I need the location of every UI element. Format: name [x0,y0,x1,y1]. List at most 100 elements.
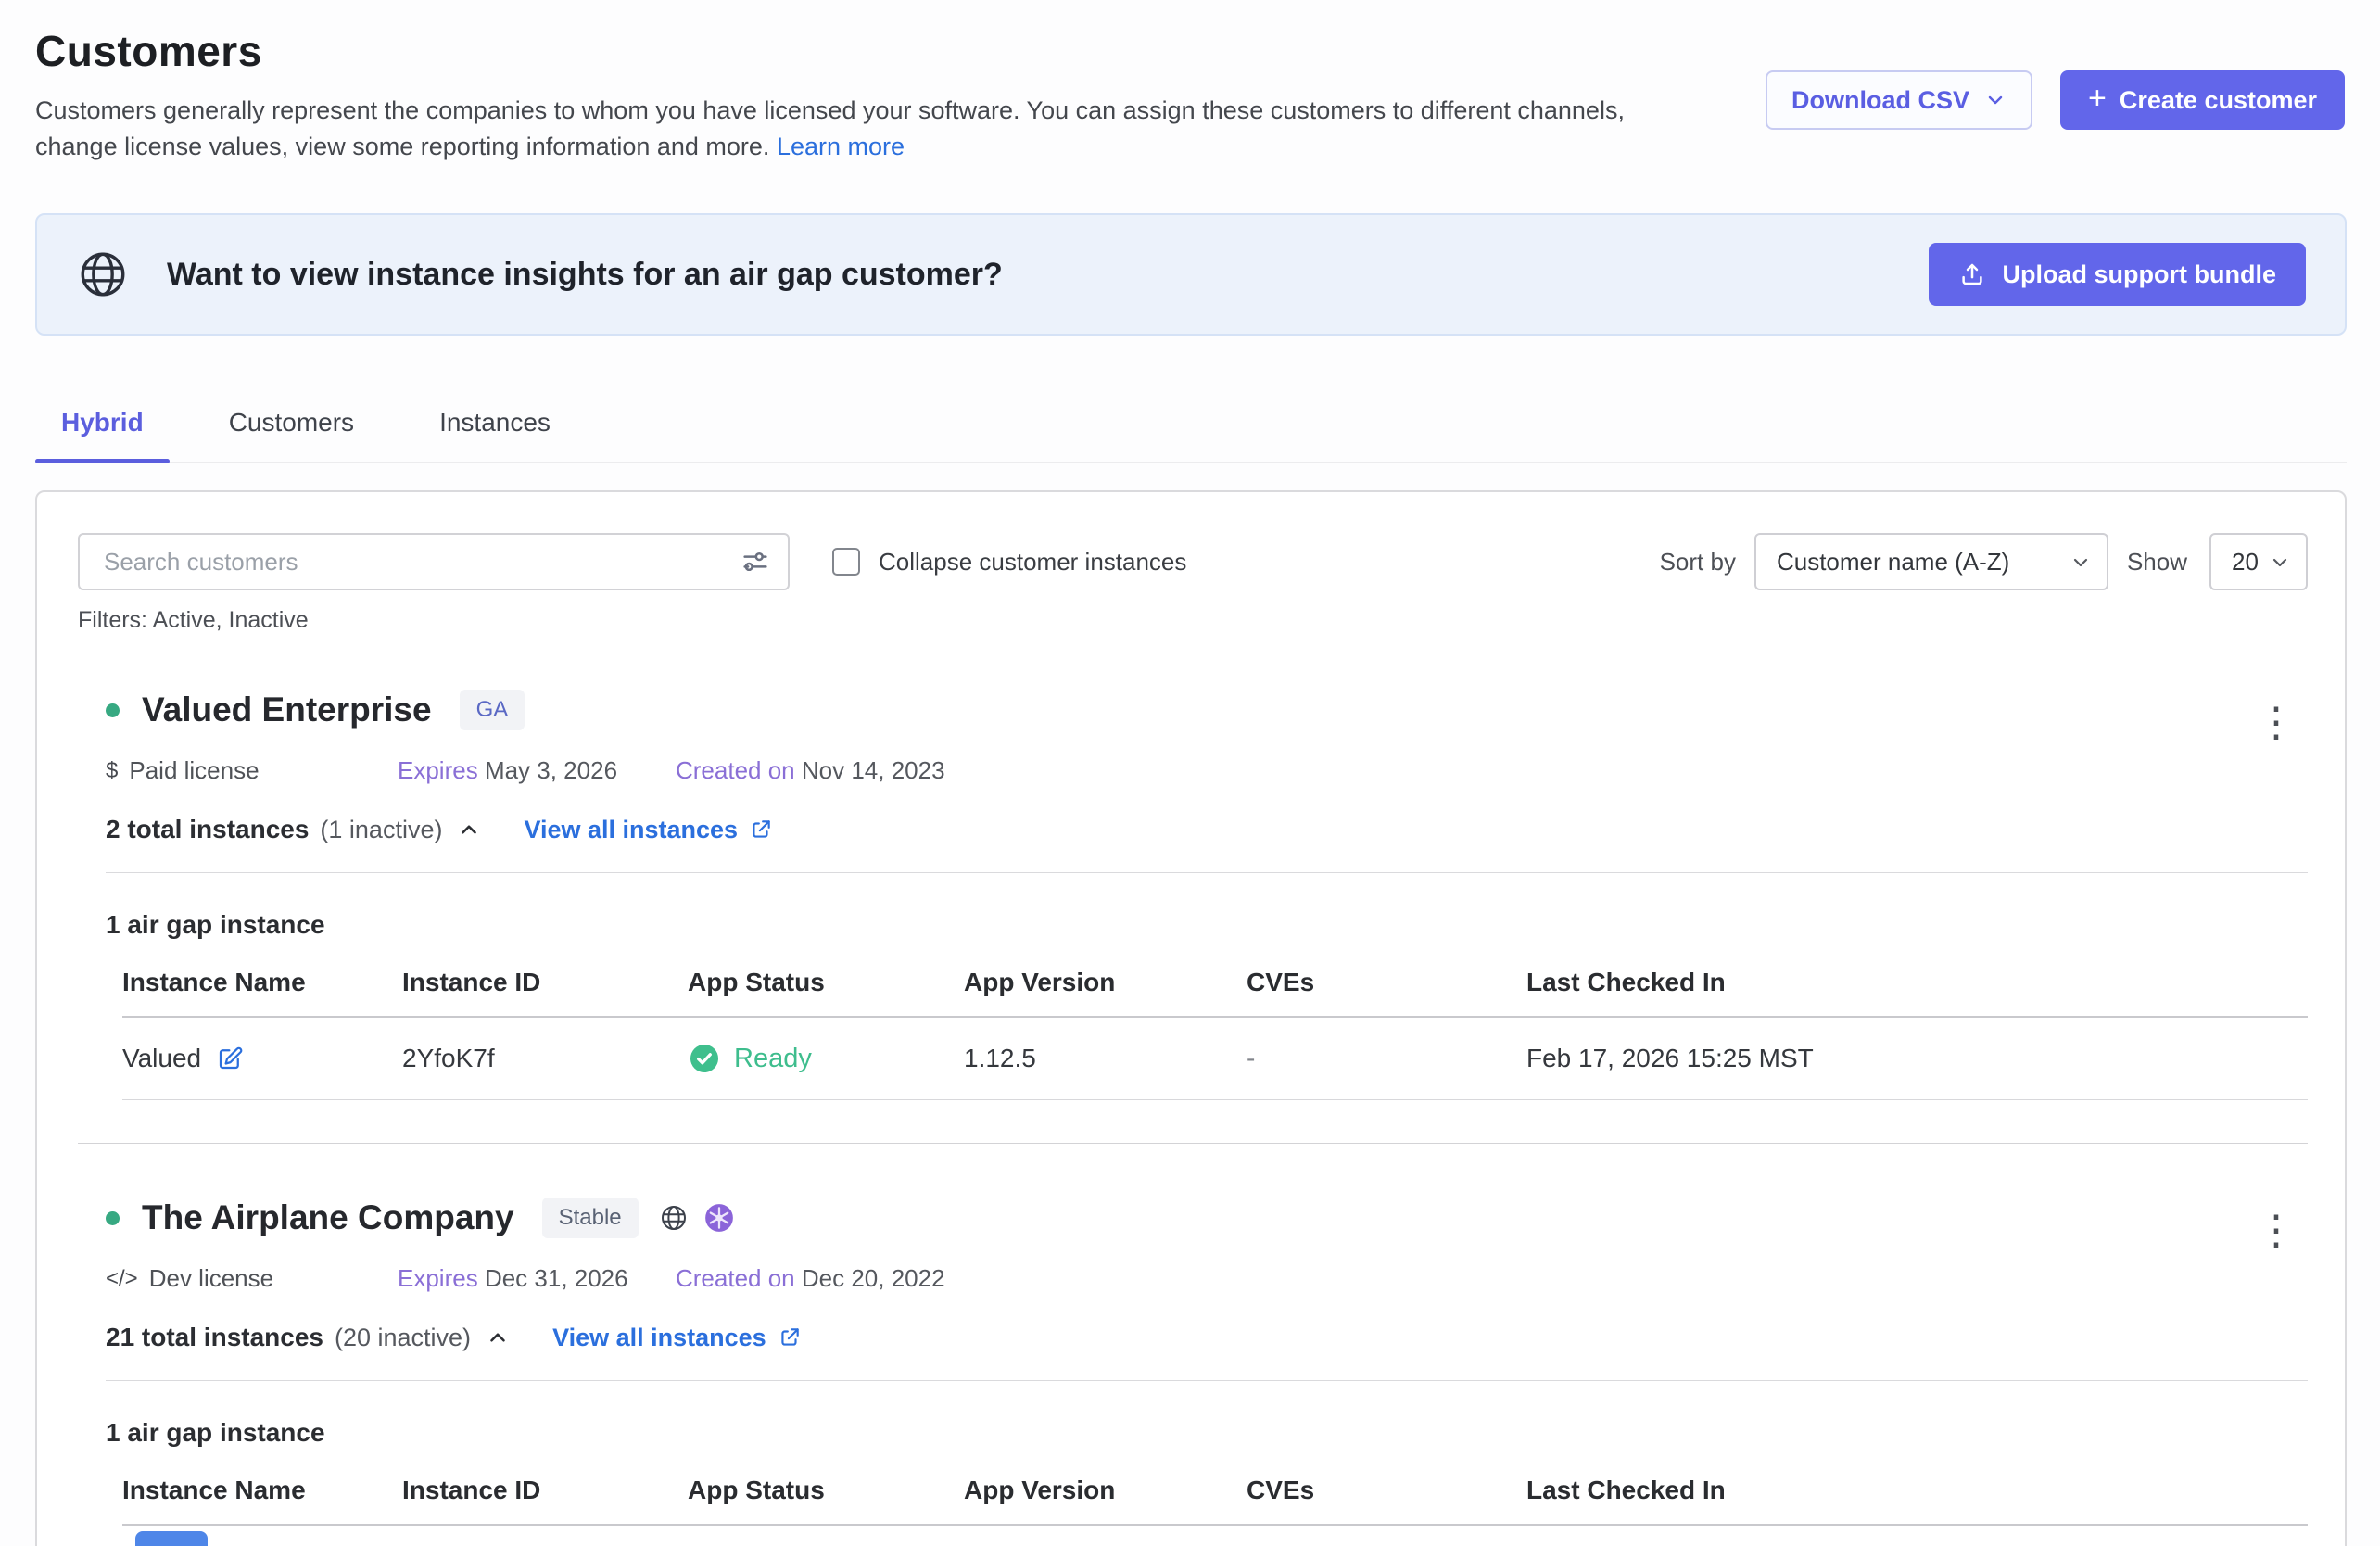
created-field: Created on Nov 14, 2023 [676,756,945,785]
sort-select[interactable]: Customer name (A-Z) [1754,533,2108,590]
search-input[interactable] [78,533,790,590]
instances-summary-row: 21 total instances (20 inactive) View al… [106,1323,2308,1352]
chevron-down-icon [2070,551,2092,574]
external-link-icon [749,817,773,842]
view-all-instances-link[interactable]: View all instances [524,816,773,844]
col-cves: CVEs [1247,1476,1526,1505]
learn-more-link[interactable]: Learn more [777,133,905,160]
page-description: Customers generally represent the compan… [35,93,1648,165]
upload-support-bundle-label: Upload support bundle [2003,260,2276,289]
page-header: Customers Customers generally represent … [35,26,2347,165]
col-app-status: App Status [688,1476,964,1505]
customer-divider [78,1143,2308,1144]
customer-valued-enterprise: ⋮ Valued Enterprise GA $ Paid license Ex… [78,690,2308,1144]
license-type-label: Paid license [129,756,259,785]
inactive-instances-count: (1 inactive) [320,816,442,844]
collapse-caret-icon[interactable] [457,817,481,842]
total-instances-count: 21 total instances [106,1323,323,1352]
license-type: $ Paid license [106,756,398,785]
instances-table: Instance Name Instance ID App Status App… [106,968,2308,1100]
view-all-instances-label: View all instances [552,1324,766,1352]
view-all-instances-link[interactable]: View all instances [552,1324,802,1352]
kebab-menu-icon[interactable]: ⋮ [2256,703,2297,743]
divider [106,872,2308,873]
collapse-checkbox[interactable] [832,548,860,576]
customer-name-row: Valued Enterprise GA [106,690,2308,730]
col-cves: CVEs [1247,968,1526,997]
active-status-dot [106,1211,120,1225]
col-instance-name: Instance Name [122,1476,402,1505]
customer-name[interactable]: Valued Enterprise [142,691,432,729]
col-instance-id: Instance ID [402,968,688,997]
chevron-down-icon [1984,89,2007,111]
globe-icon [76,247,130,301]
external-link-icon [778,1325,802,1350]
check-circle-icon [688,1042,721,1075]
edit-icon[interactable] [216,1045,244,1072]
col-app-status: App Status [688,968,964,997]
expires-value: May 3, 2026 [485,756,617,784]
kebab-menu-icon[interactable]: ⋮ [2256,1210,2297,1251]
collapse-checkbox-label: Collapse customer instances [879,548,1186,577]
view-all-instances-label: View all instances [524,816,738,844]
chevron-down-icon [2269,551,2291,574]
expires-label: Expires [398,1264,478,1292]
customer-name[interactable]: The Airplane Company [142,1198,514,1237]
col-app-version: App Version [964,968,1247,997]
expires-label: Expires [398,756,478,784]
download-csv-button[interactable]: Download CSV [1766,70,2032,130]
upload-support-bundle-button[interactable]: Upload support bundle [1929,243,2306,306]
tab-instances[interactable]: Instances [413,408,576,462]
license-type-label: Dev license [149,1264,273,1293]
license-type: </> Dev license [106,1264,398,1293]
app-status-value: Ready [734,1044,812,1074]
customers-card: Collapse customer instances Sort by Cust… [35,490,2347,1546]
show-label: Show [2127,548,2187,577]
airgap-globe-icon [659,1203,689,1233]
tab-hybrid[interactable]: Hybrid [35,408,170,462]
collapse-checkbox-group: Collapse customer instances [832,548,1186,577]
instance-id-cell: 2YfoK7f [402,1044,688,1073]
page: Customers Customers generally represent … [0,0,2380,1546]
plus-icon: + [2088,82,2107,114]
dev-license-icon: </> [106,1266,138,1292]
last-checked-in-cell: Feb 17, 2026 15:25 MST [1526,1044,2308,1073]
created-on-value: Nov 14, 2023 [802,756,945,784]
create-customer-label: Create customer [2120,86,2317,115]
instance-name-value: Valued [122,1044,201,1073]
airgap-instances-heading: 1 air gap instance [106,1418,2308,1448]
banner-title: Want to view instance insights for an ai… [167,257,1929,293]
expires-field: Expires Dec 31, 2026 [398,1264,676,1293]
col-instance-name: Instance Name [122,968,402,997]
col-last-checked-in: Last Checked In [1526,1476,2308,1505]
tab-customers[interactable]: Customers [203,408,380,462]
instances-table-header: Instance Name Instance ID App Status App… [122,968,2308,1018]
created-on-value: Dec 20, 2022 [802,1264,945,1292]
instances-table-header: Instance Name Instance ID App Status App… [122,1476,2308,1526]
clipped-row-element [135,1531,208,1546]
sort-select-value: Customer name (A-Z) [1777,548,2009,577]
instances-summary-row: 2 total instances (1 inactive) View all … [106,815,2308,844]
cves-cell: - [1247,1044,1526,1073]
collapse-caret-icon[interactable] [486,1325,510,1350]
active-filters-label: Filters: Active, Inactive [78,607,2308,634]
show-select[interactable]: 20 [2209,533,2308,590]
install-type-icons [659,1202,735,1234]
created-field: Created on Dec 20, 2022 [676,1264,945,1293]
tab-bar: Hybrid Customers Instances [35,408,2347,463]
inactive-instances-count: (20 inactive) [335,1324,471,1352]
customer-name-row: The Airplane Company Stable [106,1198,2308,1238]
create-customer-button[interactable]: + Create customer [2060,70,2345,130]
col-instance-id: Instance ID [402,1476,688,1505]
page-title: Customers [35,26,2347,76]
created-on-label: Created on [676,1264,795,1292]
show-select-value: 20 [2232,548,2259,577]
table-row: Valued 2YfoK7f Ready [122,1018,2308,1100]
total-instances-count: 2 total instances [106,815,309,844]
active-status-dot [106,703,120,717]
airgap-instances-heading: 1 air gap instance [106,910,2308,940]
customer-meta-row: </> Dev license Expires Dec 31, 2026 Cre… [106,1264,2308,1293]
filter-sliders-icon[interactable] [740,546,771,577]
airgap-banner: Want to view instance insights for an ai… [35,213,2347,336]
customer-the-airplane-company: ⋮ The Airplane Company Stable [78,1198,2308,1526]
